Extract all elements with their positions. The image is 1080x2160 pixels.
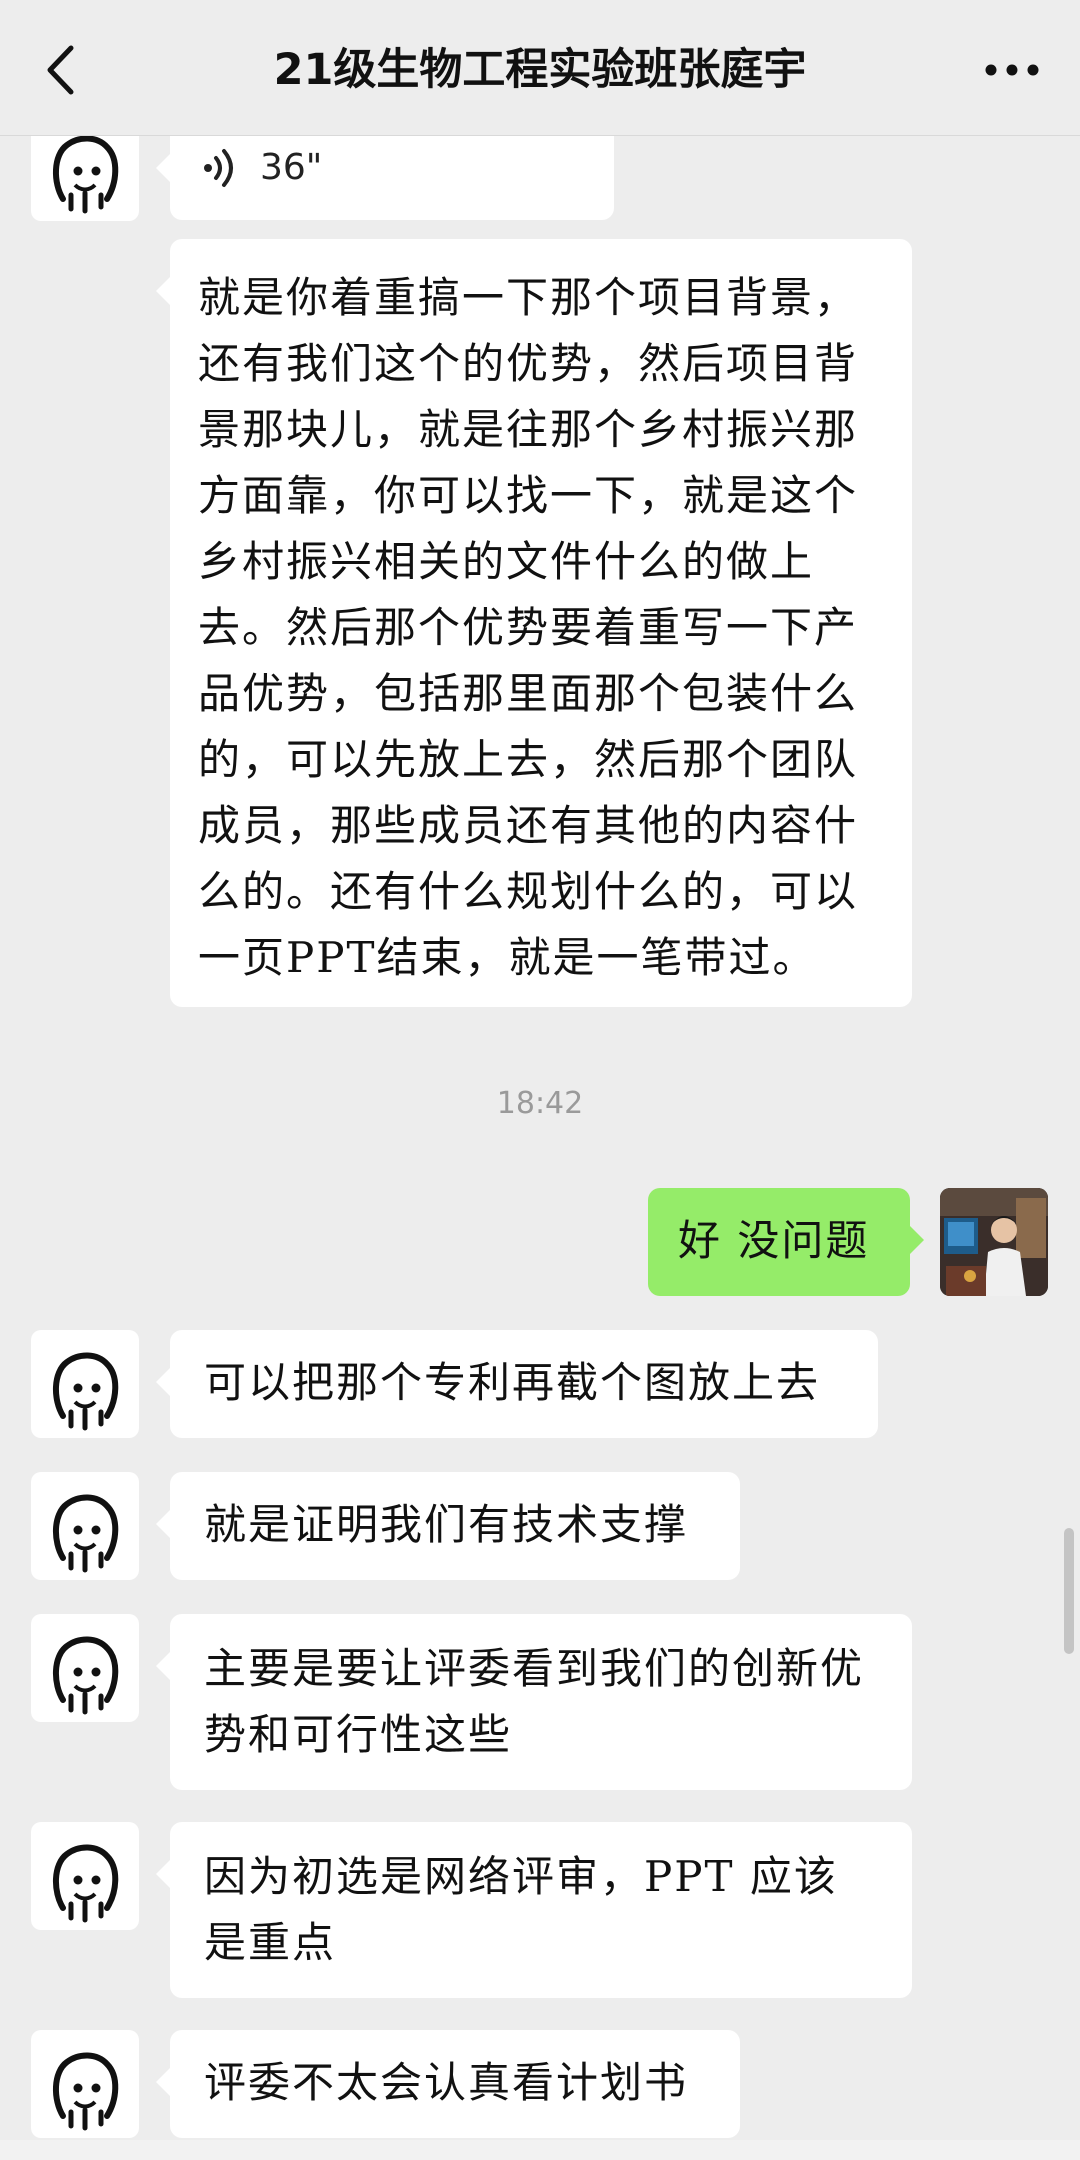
ghost-avatar-icon	[52, 1352, 119, 1431]
contact-avatar[interactable]	[31, 2030, 139, 2138]
message-bubble[interactable]: 就是证明我们有技术支撑	[156, 1472, 740, 1580]
contact-avatar[interactable]	[31, 1330, 139, 1438]
message-text: 好 没问题	[678, 1216, 870, 1265]
message-text: 就是你着重搞一下那个项目背景，还有我们这个的优势，然后项目背景那块儿，就是往那个…	[198, 273, 859, 982]
ghost-avatar-icon	[52, 1844, 119, 1923]
message-text: 因为初选是网络评审，PPT 应该是重点	[204, 1852, 838, 1967]
chevron-left-icon	[47, 45, 74, 95]
message-text: 就是证明我们有技术支撑	[204, 1500, 689, 1549]
message-bubble[interactable]: 主要是要让评委看到我们的创新优势和可行性这些	[156, 1614, 912, 1790]
user-photo-avatar	[940, 1188, 1048, 1296]
voice-waves-icon	[204, 149, 233, 187]
message-bubble[interactable]: 可以把那个专利再截个图放上去	[156, 1330, 878, 1438]
scrollbar-thumb[interactable]	[1064, 1528, 1074, 1654]
chat-title: 21级生物工程实验班张庭宇	[273, 45, 807, 95]
chat-header: 21级生物工程实验班张庭宇	[0, 0, 1080, 136]
message-text: 主要是要让评委看到我们的创新优势和可行性这些	[204, 1644, 865, 1759]
ghost-avatar-icon	[52, 1494, 119, 1573]
self-avatar[interactable]	[940, 1188, 1048, 1296]
message-text: 评委不太会认真看计划书	[204, 2058, 689, 2107]
more-options-button[interactable]	[978, 42, 1046, 98]
message-bubble[interactable]: 评委不太会认真看计划书	[156, 2030, 740, 2138]
contact-avatar[interactable]	[31, 1614, 139, 1722]
bottom-edge	[0, 2140, 1080, 2160]
contact-avatar[interactable]	[31, 1822, 139, 1930]
outgoing-message-bubble[interactable]: 好 没问题	[648, 1188, 924, 1296]
timestamp: 18:42	[496, 1086, 584, 1121]
message-bubble[interactable]: 就是你着重搞一下那个项目背景，还有我们这个的优势，然后项目背景那块儿，就是往那个…	[156, 239, 912, 1007]
ghost-avatar-icon	[52, 1636, 119, 1715]
back-button[interactable]	[38, 38, 82, 102]
more-dots-icon	[985, 64, 1039, 76]
message-text: 可以把那个专利再截个图放上去	[204, 1358, 821, 1407]
voice-duration: 36"	[260, 147, 323, 188]
contact-avatar[interactable]	[31, 1472, 139, 1580]
ghost-avatar-icon	[52, 2052, 119, 2131]
message-bubble[interactable]: 因为初选是网络评审，PPT 应该是重点	[156, 1822, 912, 1998]
